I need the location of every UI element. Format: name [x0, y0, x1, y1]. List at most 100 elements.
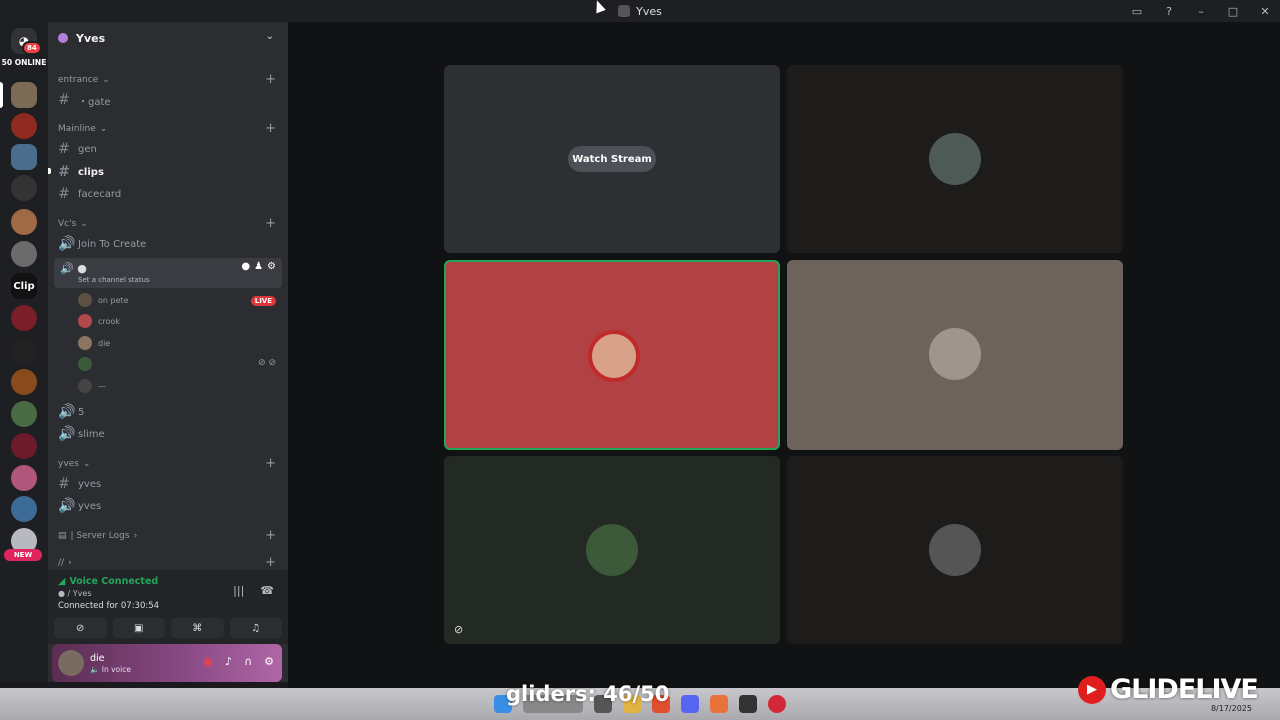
server-icon[interactable]	[11, 369, 37, 395]
participant-tile-speaking[interactable]	[444, 260, 780, 450]
avatar[interactable]	[58, 650, 84, 676]
category-vcs[interactable]: Vc's ⌄	[58, 219, 88, 229]
voice-connected-status[interactable]: ◢ Voice Connected	[58, 576, 158, 587]
category-slash[interactable]: //›	[58, 558, 72, 568]
voice-member[interactable]: on pete	[78, 293, 129, 307]
username[interactable]: die	[90, 653, 105, 664]
voice-member[interactable]: die	[78, 336, 110, 350]
voice-member[interactable]: crook	[78, 314, 120, 328]
channel-clips[interactable]: # clips	[58, 164, 104, 180]
stream-tile[interactable]: Watch Stream	[444, 65, 780, 253]
duration-value: 07:30:54	[120, 601, 160, 611]
channel-facecard[interactable]: # facecard	[58, 186, 121, 202]
channel-5[interactable]: 🔊 5	[58, 404, 84, 420]
channel-join-to-create[interactable]: 🔊 Join To Create	[58, 236, 146, 252]
server-icon[interactable]	[11, 144, 37, 170]
server-icon-windy-city[interactable]	[11, 305, 37, 331]
server-icon[interactable]	[11, 496, 37, 522]
voice-member[interactable]	[78, 357, 98, 371]
speaker-icon: ●	[58, 589, 68, 598]
glidelive-brand: ▶ GLIDELIVE	[1078, 674, 1259, 705]
chevron-down-icon: ⌄	[265, 31, 274, 42]
watch-stream-button[interactable]: Watch Stream	[568, 146, 656, 172]
channel-slime[interactable]: 🔊 slime	[58, 426, 105, 442]
channel-label: slime	[78, 428, 105, 440]
category-entrance[interactable]: entrance ⌄	[58, 75, 110, 85]
avatar	[78, 357, 92, 371]
speaker-icon: 🔊 ●	[60, 262, 87, 275]
active-voice-channel[interactable]: 🔊 ● Set a channel status ● ♟ ⚙	[54, 258, 282, 288]
activities-button[interactable]: ⌘	[171, 618, 224, 638]
noise-suppression-icon[interactable]: |||	[233, 584, 244, 597]
speaker-icon: 🔊	[58, 426, 76, 442]
add-channel-icon[interactable]: +	[265, 216, 276, 231]
add-channel-icon[interactable]: +	[265, 72, 276, 87]
inbox-icon[interactable]: ▭	[1130, 5, 1144, 18]
participant-tile[interactable]	[787, 65, 1123, 253]
server-icon[interactable]	[11, 113, 37, 139]
opera-icon[interactable]	[768, 695, 786, 713]
close-icon[interactable]: ✕	[1258, 5, 1272, 18]
voice-member[interactable]: —	[78, 379, 106, 393]
channel-yves-voice[interactable]: 🔊 yves	[58, 498, 101, 514]
gear-icon[interactable]: ⚙	[267, 261, 276, 272]
soundboard-icon: ♫	[251, 622, 261, 634]
voice-connection-panel: ◢ Voice Connected ● / Yves Connected for …	[48, 570, 288, 644]
help-icon[interactable]: ?	[1162, 5, 1176, 18]
server-icon-chicago[interactable]	[11, 175, 37, 201]
channel-label: yves	[78, 500, 102, 512]
server-icon-clip[interactable]: Clip	[11, 273, 37, 299]
server-icon[interactable]	[11, 401, 37, 427]
soundboard-button[interactable]: ♫	[229, 618, 282, 638]
guild-header[interactable]: Yves ⌄	[48, 22, 288, 54]
headphones-icon[interactable]: ∩	[244, 655, 252, 668]
server-icon[interactable]	[11, 209, 37, 235]
new-badge: NEW	[4, 549, 42, 561]
add-channel-icon[interactable]: +	[265, 555, 276, 570]
app-window: Yves ▭ ? – □ ✕ ◕ 84 50 ONLINE Clip NEW Y…	[0, 0, 1280, 720]
speaker-icon: 🔊	[58, 236, 76, 252]
channel-status[interactable]: Set a channel status	[78, 276, 150, 284]
server-icon-yves[interactable]	[11, 82, 37, 108]
server-icon[interactable]	[11, 465, 37, 491]
obs-icon[interactable]	[739, 695, 757, 713]
text-channel-icon: #	[58, 476, 70, 492]
microphone-icon[interactable]: ♪	[225, 655, 232, 668]
server-icon[interactable]	[11, 241, 37, 267]
server-icon-windy-city[interactable]	[11, 433, 37, 459]
add-channel-icon[interactable]: +	[265, 121, 276, 136]
disconnect-icon[interactable]: ☎	[260, 584, 274, 597]
channel-label: clips	[78, 166, 104, 178]
voice-channel-path[interactable]: ● / Yves	[58, 589, 91, 598]
participant-tile[interactable]: ⊘	[444, 456, 780, 644]
category-server-logs[interactable]: ▤ | Server Logs ›	[58, 531, 137, 541]
voice-channel-tools: ● ♟ ⚙	[241, 261, 276, 272]
app-icon[interactable]	[710, 695, 728, 713]
mentions-badge: 84	[22, 41, 42, 55]
member-muted-icons: ⊘ ⊘	[258, 358, 276, 368]
minimize-icon[interactable]: –	[1194, 5, 1208, 18]
user-status-label: In voice	[101, 665, 131, 674]
avatar	[929, 133, 981, 185]
channel-yves-text[interactable]: # yves	[58, 476, 101, 492]
camera-muted-icon[interactable]: ▣	[203, 655, 213, 668]
voice-connected-label: Voice Connected	[69, 576, 159, 587]
category-yves[interactable]: yves ⌄	[58, 459, 90, 469]
participant-tile[interactable]	[787, 260, 1123, 450]
gear-icon[interactable]: ⚙	[264, 655, 274, 668]
add-channel-icon[interactable]: +	[265, 528, 276, 543]
camera-off-button[interactable]: ⊘	[54, 618, 107, 638]
server-icon[interactable]	[11, 338, 37, 364]
channel-label: 5	[78, 406, 85, 418]
participant-tile[interactable]	[787, 456, 1123, 644]
add-channel-icon[interactable]: +	[265, 456, 276, 471]
channel-gen[interactable]: # gen	[58, 141, 97, 157]
maximize-icon[interactable]: □	[1226, 5, 1240, 18]
discord-icon[interactable]	[681, 695, 699, 713]
chat-icon[interactable]: ●	[241, 261, 250, 272]
channel-gate[interactable]: # ・gate	[58, 92, 110, 108]
unread-indicator	[48, 168, 51, 174]
invite-icon[interactable]: ♟	[254, 261, 263, 272]
category-mainline[interactable]: Mainline ⌄	[58, 124, 107, 134]
screen-share-button[interactable]: ▣	[112, 618, 165, 638]
